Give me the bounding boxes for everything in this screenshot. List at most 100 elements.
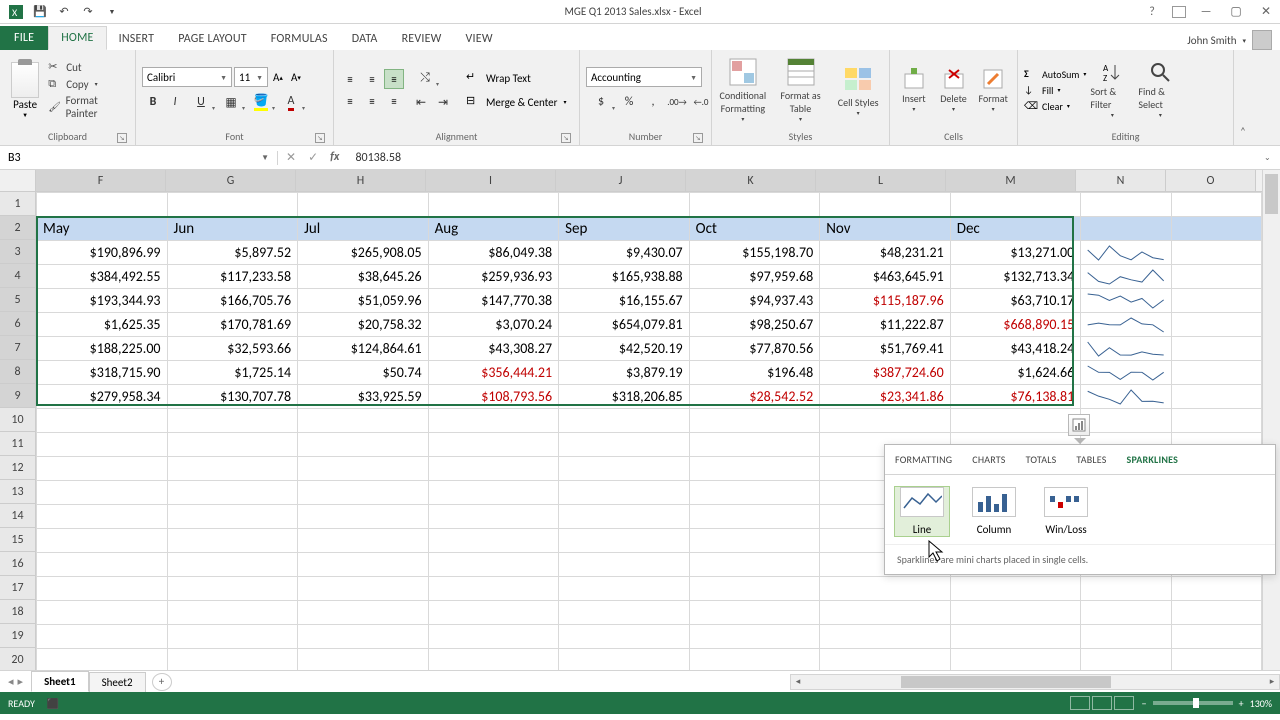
row-header-13[interactable]: 13 (0, 480, 35, 504)
insert-cells-button[interactable]: Insert▾ (896, 68, 932, 113)
increase-indent[interactable]: ⇥ (432, 91, 454, 113)
qat-customize-icon[interactable]: ▼ (104, 4, 120, 20)
col-header-H[interactable]: H (296, 170, 426, 191)
decrease-decimal[interactable]: ←.0 (690, 91, 712, 113)
font-size-combo[interactable]: 11▼ (234, 67, 268, 87)
italic-button[interactable]: I (164, 91, 186, 113)
cut-button[interactable]: Cut (48, 60, 129, 74)
comma-format[interactable]: , (642, 91, 664, 113)
paste-button[interactable]: Paste ▼ (6, 62, 44, 119)
row-header-16[interactable]: 16 (0, 552, 35, 576)
row-header-2[interactable]: 2 (0, 216, 35, 240)
row-header-19[interactable]: 19 (0, 624, 35, 648)
row-header-6[interactable]: 6 (0, 312, 35, 336)
row-header-1[interactable]: 1 (0, 192, 35, 216)
row-header-9[interactable]: 9 (0, 384, 35, 408)
row-headers[interactable]: 1234567891011121314151617181920 (0, 192, 36, 670)
expand-formula-bar-icon[interactable]: ⌄ (1264, 153, 1280, 163)
vertical-scrollbar[interactable] (1262, 170, 1280, 670)
tab-view[interactable]: VIEW (454, 28, 505, 50)
wrap-text-button[interactable]: ↵Wrap Text (462, 67, 571, 89)
save-icon[interactable]: 💾 (32, 4, 48, 20)
cancel-formula-icon[interactable]: ✕ (286, 150, 296, 165)
select-all-corner[interactable] (0, 170, 36, 192)
zoom-in-icon[interactable]: + (1239, 697, 1244, 710)
page-layout-view-icon[interactable] (1092, 696, 1112, 710)
align-left[interactable]: ≡ (340, 91, 360, 111)
cell-styles-button[interactable]: Cell Styles▾ (833, 64, 883, 117)
increase-decimal[interactable]: .00→ (666, 91, 688, 113)
decrease-indent[interactable]: ⇤ (410, 91, 432, 113)
merge-center-button[interactable]: ⊟Merge & Center▾ (462, 91, 571, 113)
tab-formulas[interactable]: FORMULAS (259, 28, 340, 50)
font-name-combo[interactable]: Calibri▼ (142, 67, 232, 87)
sort-filter-button[interactable]: AZSort & Filter▾ (1090, 61, 1134, 119)
border-button[interactable]: ▦▾ (216, 91, 246, 113)
tab-review[interactable]: REVIEW (390, 28, 454, 50)
align-center[interactable]: ≡ (362, 91, 382, 111)
col-header-K[interactable]: K (686, 170, 816, 191)
user-account[interactable]: John Smith ▾ (1187, 30, 1280, 50)
fill-color-button[interactable]: 🪣▾ (246, 91, 276, 113)
qa-tab-charts[interactable]: CHARTS (962, 445, 1015, 474)
tab-home[interactable]: HOME (48, 26, 106, 50)
col-header-L[interactable]: L (816, 170, 946, 191)
align-bottom[interactable]: ≡ (384, 69, 404, 89)
macro-record-icon[interactable]: ⬛ (47, 697, 59, 710)
alignment-launcher[interactable]: ↘ (561, 133, 571, 143)
col-header-M[interactable]: M (946, 170, 1076, 191)
zoom-out-icon[interactable]: − (1142, 697, 1147, 710)
font-launcher[interactable]: ↘ (315, 133, 325, 143)
clear-button[interactable]: ⌫Clear▾ (1024, 99, 1086, 113)
hscroll-thumb[interactable] (901, 676, 1111, 688)
row-header-7[interactable]: 7 (0, 336, 35, 360)
delete-cells-button[interactable]: Delete▾ (936, 68, 972, 113)
format-cells-button[interactable]: Format▾ (975, 68, 1011, 113)
redo-icon[interactable]: ↷ (80, 4, 96, 20)
align-right[interactable]: ≡ (384, 91, 404, 111)
col-header-I[interactable]: I (426, 170, 556, 191)
copy-button[interactable]: Copy▾ (48, 77, 129, 91)
row-header-15[interactable]: 15 (0, 528, 35, 552)
accounting-format[interactable]: $▾ (586, 91, 616, 113)
align-top[interactable]: ≡ (340, 69, 360, 89)
horizontal-scrollbar[interactable]: ◂ ▸ (790, 674, 1280, 690)
vscroll-thumb[interactable] (1265, 174, 1278, 214)
name-box[interactable]: B3▼ (0, 151, 278, 165)
sheet-tab-1[interactable]: Sheet1 (31, 671, 89, 692)
number-launcher[interactable]: ↘ (693, 133, 703, 143)
find-select-button[interactable]: Find & Select▾ (1138, 61, 1182, 119)
row-header-4[interactable]: 4 (0, 264, 35, 288)
page-break-view-icon[interactable] (1114, 696, 1134, 710)
row-header-3[interactable]: 3 (0, 240, 35, 264)
format-painter-button[interactable]: Format Painter (48, 94, 129, 120)
quick-analysis-button[interactable] (1068, 414, 1090, 436)
column-headers[interactable]: FGHIJKLMNO (36, 170, 1262, 192)
qa-tab-totals[interactable]: TOTALS (1016, 445, 1067, 474)
format-as-table-button[interactable]: Format as Table▾ (776, 57, 826, 123)
bold-button[interactable]: B (142, 91, 164, 113)
zoom-slider[interactable] (1153, 701, 1233, 705)
hscroll-left[interactable]: ◂ (791, 676, 805, 687)
zoom-level[interactable]: 130% (1250, 697, 1272, 710)
tab-insert[interactable]: INSERT (107, 28, 167, 50)
tab-file[interactable]: FILE (0, 26, 48, 50)
ribbon-display-icon[interactable] (1172, 6, 1186, 18)
row-header-18[interactable]: 18 (0, 600, 35, 624)
sheet-tab-2[interactable]: Sheet2 (89, 672, 146, 692)
row-header-8[interactable]: 8 (0, 360, 35, 384)
percent-format[interactable]: % (618, 91, 640, 113)
underline-button[interactable]: U▾ (186, 91, 216, 113)
minimize-icon[interactable]: — (1196, 4, 1216, 20)
decrease-font-icon[interactable]: A▾ (288, 67, 304, 87)
align-middle[interactable]: ≡ (362, 69, 382, 89)
add-sheet-button[interactable]: + (152, 673, 172, 691)
autosum-button[interactable]: AutoSum▾ (1024, 67, 1086, 81)
col-header-J[interactable]: J (556, 170, 686, 191)
collapse-ribbon-icon[interactable]: ˄ (1234, 50, 1252, 142)
insert-function-icon[interactable]: fx (330, 150, 339, 165)
hscroll-right[interactable]: ▸ (1265, 676, 1279, 687)
qa-tab-sparklines[interactable]: SPARKLINES (1117, 445, 1189, 474)
maximize-icon[interactable]: ▢ (1226, 4, 1246, 20)
orientation-button[interactable]: ⤭▾ (410, 67, 440, 89)
